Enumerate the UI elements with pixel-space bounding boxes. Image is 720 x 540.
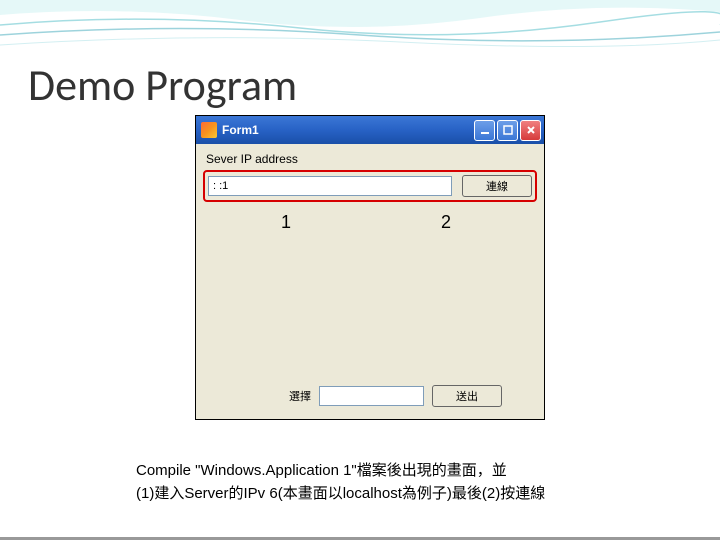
callout-labels: 1 2 [206, 212, 534, 233]
maximize-button[interactable] [497, 120, 518, 141]
caption-line-1: Compile "Windows.Application 1"檔案後出現的畫面，… [136, 460, 545, 483]
close-button[interactable] [520, 120, 541, 141]
server-ip-label: Sever IP address [206, 152, 534, 166]
slide-caption: Compile "Windows.Application 1"檔案後出現的畫面，… [136, 460, 545, 505]
connect-button[interactable]: 連線 [462, 175, 532, 197]
caption-line-2: (1)建入Server的IPv 6(本畫面以localhost為例子)最後(2)… [136, 483, 545, 506]
server-ip-input[interactable] [208, 176, 452, 196]
callout-two: 2 [441, 212, 451, 233]
window-client-area: Sever IP address 連線 1 2 選擇 送出 [196, 144, 544, 419]
window-controls [474, 120, 541, 141]
select-label: 選擇 [206, 388, 311, 404]
callout-one: 1 [281, 212, 291, 233]
window-titlebar[interactable]: Form1 [196, 116, 544, 144]
titlebar-left: Form1 [201, 122, 259, 138]
highlighted-row: 連線 [203, 170, 537, 202]
slide-title: Demo Program [28, 58, 297, 112]
demo-window: Form1 Sever IP address 連線 1 2 選擇 送出 [195, 115, 545, 420]
select-input[interactable] [319, 386, 424, 406]
app-icon [201, 122, 217, 138]
minimize-button[interactable] [474, 120, 495, 141]
bottom-row: 選擇 送出 [206, 385, 534, 407]
send-button[interactable]: 送出 [432, 385, 502, 407]
window-title: Form1 [222, 123, 259, 137]
